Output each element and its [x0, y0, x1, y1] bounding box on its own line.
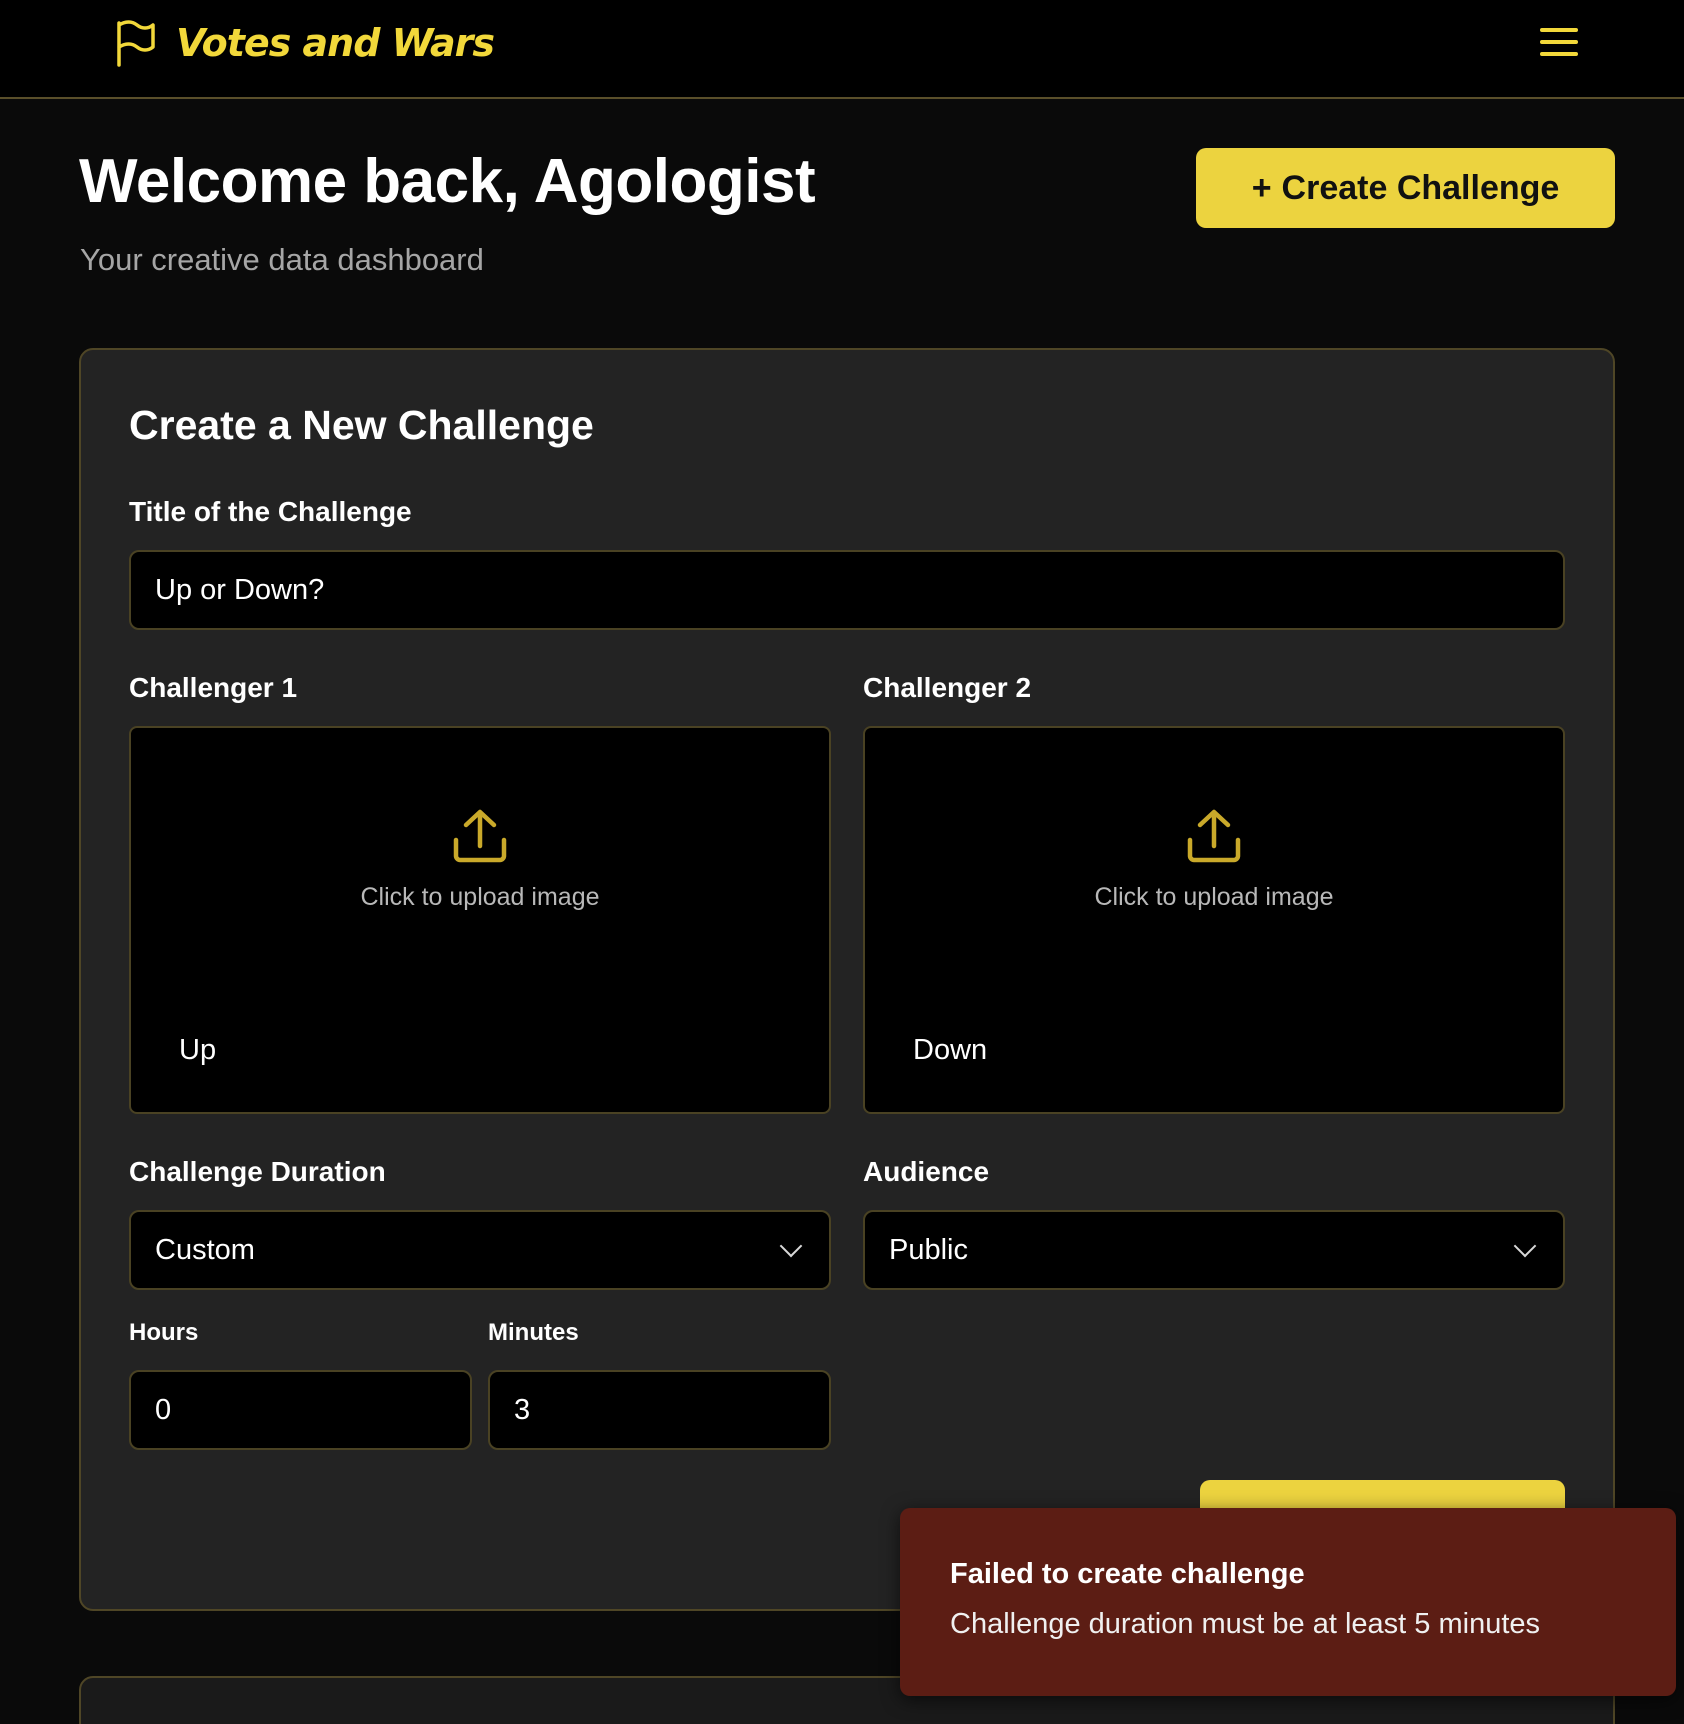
- hamburger-menu-icon[interactable]: [1538, 24, 1580, 60]
- toast-message: Challenge duration must be at least 5 mi…: [950, 1608, 1541, 1640]
- plus-icon: +: [1251, 168, 1272, 207]
- page: Votes and Wars Welcome back, Agologist Y…: [0, 0, 1684, 1724]
- dashboard-subtitle: Your creative data dashboard: [80, 242, 484, 277]
- challenger1-upload-area[interactable]: Click to upload image Up: [129, 726, 831, 1114]
- error-toast[interactable]: Failed to create challenge Challenge dur…: [900, 1508, 1676, 1696]
- challenger2-upload-area[interactable]: Click to upload image Down: [863, 726, 1565, 1114]
- brand-name: Votes and Wars: [176, 21, 495, 65]
- form-heading: Create a New Challenge: [129, 402, 594, 448]
- challenge-title-input[interactable]: Up or Down?: [129, 550, 1565, 630]
- hours-value: 0: [155, 1393, 172, 1426]
- duration-selected: Custom: [155, 1233, 255, 1266]
- challenger2-label: Challenger 2: [863, 672, 1032, 703]
- create-challenge-button[interactable]: + Create Challenge: [1196, 148, 1615, 228]
- chevron-down-icon: [1513, 1234, 1537, 1258]
- duration-select[interactable]: Custom: [129, 1210, 831, 1290]
- brand-logo[interactable]: Votes and Wars: [114, 18, 495, 68]
- audience-label: Audience: [863, 1156, 990, 1187]
- title-label: Title of the Challenge: [129, 496, 412, 527]
- flag-icon: [117, 20, 155, 67]
- duration-label: Challenge Duration: [129, 1156, 386, 1187]
- toast-title: Failed to create challenge: [950, 1558, 1305, 1590]
- challenge-title-value: Up or Down?: [155, 573, 325, 606]
- top-nav-bar: Votes and Wars: [0, 0, 1684, 99]
- hours-input[interactable]: 0: [129, 1370, 472, 1450]
- minutes-value: 3: [514, 1393, 531, 1426]
- challenger1-label: Challenger 1: [129, 672, 298, 703]
- upload-icon: [453, 809, 507, 863]
- upload-hint: Click to upload image: [1094, 883, 1334, 911]
- challenger1-name[interactable]: Up: [179, 1034, 216, 1067]
- minutes-label: Minutes: [488, 1319, 579, 1346]
- create-challenge-label: Create Challenge: [1281, 168, 1560, 207]
- welcome-heading: Welcome back, Agologist: [79, 147, 816, 216]
- upload-icon: [1187, 809, 1241, 863]
- minutes-input[interactable]: 3: [488, 1370, 831, 1450]
- upload-hint: Click to upload image: [360, 883, 600, 911]
- audience-select[interactable]: Public: [863, 1210, 1565, 1290]
- audience-selected: Public: [889, 1233, 968, 1266]
- chevron-down-icon: [779, 1234, 803, 1258]
- challenger2-name[interactable]: Down: [913, 1034, 987, 1067]
- hours-label: Hours: [129, 1319, 199, 1346]
